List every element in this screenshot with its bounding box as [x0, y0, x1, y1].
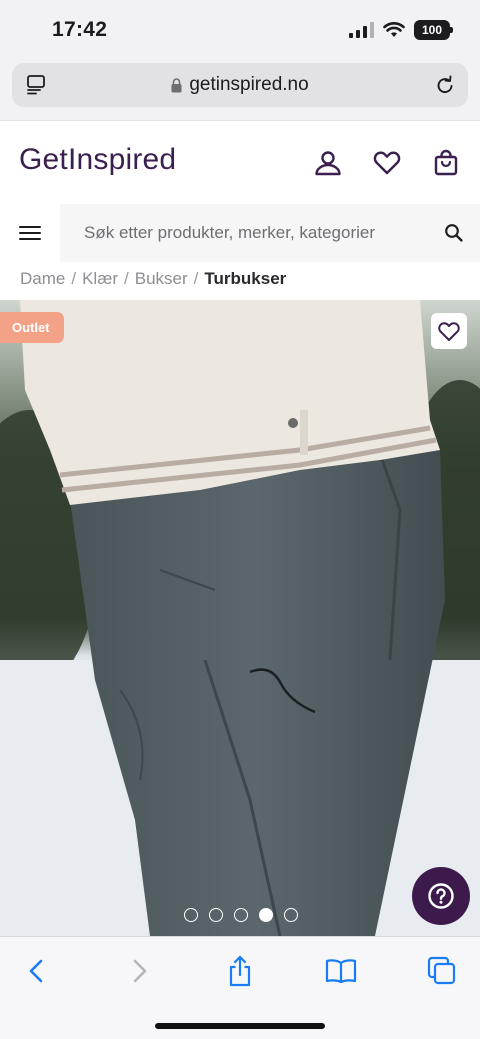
- help-icon: [428, 883, 454, 909]
- share-icon: [229, 955, 251, 987]
- cart-icon[interactable]: [431, 148, 461, 178]
- wifi-icon: [383, 22, 405, 37]
- account-icon[interactable]: [313, 148, 343, 178]
- breadcrumb-separator: /: [193, 269, 199, 288]
- search-input[interactable]: Søk etter produkter, merker, kategorier: [60, 204, 480, 262]
- carousel-dot[interactable]: [209, 908, 223, 922]
- lock-icon: [171, 77, 182, 92]
- search-row: Søk etter produkter, merker, kategorier: [0, 204, 480, 262]
- product-image[interactable]: [0, 300, 480, 936]
- search-icon[interactable]: [444, 223, 464, 243]
- help-button[interactable]: [412, 867, 470, 925]
- breadcrumb-item-bukser[interactable]: Bukser: [135, 269, 188, 289]
- url-display[interactable]: getinspired.no: [12, 63, 468, 107]
- heart-icon: [438, 322, 460, 341]
- menu-icon: [19, 226, 41, 240]
- tabs-overview-icon: [427, 956, 456, 985]
- status-bar: 17:42 100: [0, 0, 480, 58]
- carousel-dot[interactable]: [234, 908, 248, 922]
- product-photo: [0, 300, 480, 936]
- breadcrumb-item-dame[interactable]: Dame: [20, 269, 65, 289]
- reload-icon[interactable]: [434, 74, 456, 96]
- breadcrumb-item-klaer[interactable]: Klær: [82, 269, 118, 289]
- site-header: GetInspired: [0, 120, 480, 204]
- status-indicators: 100: [349, 20, 453, 40]
- breadcrumb-current: Turbukser: [204, 269, 287, 288]
- wishlist-icon[interactable]: [372, 148, 402, 178]
- carousel-dot-active[interactable]: [259, 908, 273, 922]
- url-text: getinspired.no: [189, 74, 309, 95]
- bookmarks-button[interactable]: [325, 955, 357, 987]
- add-to-wishlist-button[interactable]: [431, 313, 467, 349]
- share-button[interactable]: [224, 955, 256, 987]
- status-time: 17:42: [52, 18, 108, 41]
- image-carousel-dots: [184, 908, 298, 922]
- breadcrumb: Dame / Klær / Bukser / Turbukser: [20, 262, 286, 296]
- address-bar[interactable]: getinspired.no: [12, 63, 468, 107]
- tabs-overview-button[interactable]: [426, 955, 458, 987]
- back-button[interactable]: [20, 955, 52, 987]
- site-logo[interactable]: GetInspired: [19, 143, 176, 177]
- battery-indicator: 100: [414, 20, 453, 40]
- forward-button[interactable]: [124, 955, 156, 987]
- outlet-badge: Outlet: [0, 312, 64, 343]
- cellular-signal-icon: [349, 22, 374, 38]
- breadcrumb-separator: /: [124, 269, 129, 288]
- search-placeholder: Søk etter produkter, merker, kategorier: [84, 223, 376, 242]
- browser-url-area: getinspired.no: [0, 58, 480, 120]
- breadcrumb-separator: /: [71, 269, 77, 288]
- bookmarks-icon: [325, 959, 357, 984]
- menu-button[interactable]: [0, 204, 60, 262]
- carousel-dot[interactable]: [284, 908, 298, 922]
- home-indicator: [155, 1023, 325, 1029]
- carousel-dot[interactable]: [184, 908, 198, 922]
- forward-icon: [133, 959, 147, 983]
- back-icon: [29, 959, 43, 983]
